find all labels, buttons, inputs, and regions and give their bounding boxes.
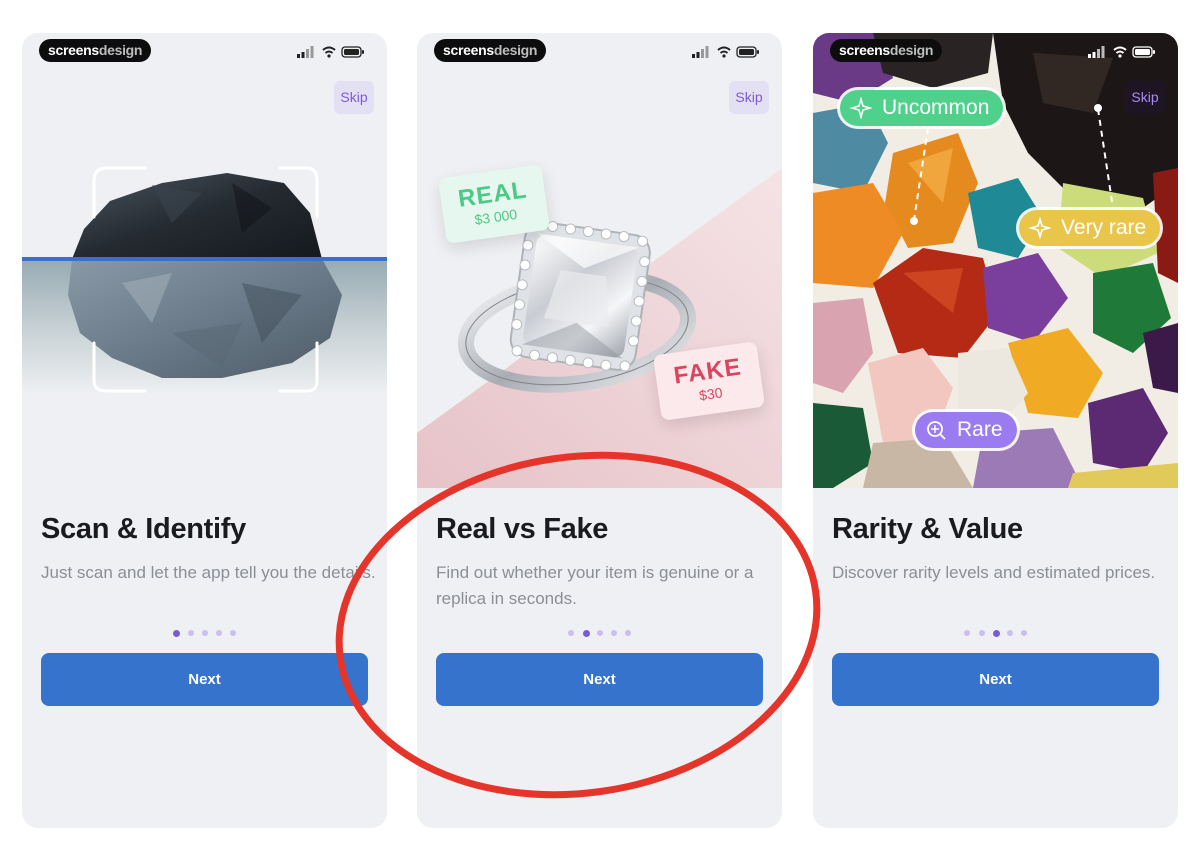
skip-button[interactable]: Skip xyxy=(1125,81,1165,114)
tag-rare-label: Rare xyxy=(957,418,1003,441)
magnifier-icon xyxy=(927,421,946,440)
screen-description: Discover rarity levels and estimated pri… xyxy=(832,563,1156,582)
page-dot xyxy=(979,630,985,636)
signal-icon xyxy=(1088,46,1105,58)
onboarding-screen-scan: screensdesign Skip Scan & Identify Just … xyxy=(22,33,387,828)
next-button[interactable]: Next xyxy=(436,653,763,706)
tag-very-rare: Very rare xyxy=(1019,210,1161,246)
screen-title: Real vs Fake xyxy=(436,513,609,545)
wifi-icon xyxy=(1113,46,1127,58)
sparkle-icon xyxy=(850,97,872,119)
screen-description: Just scan and let the app tell you the d… xyxy=(41,563,376,582)
page-indicator xyxy=(417,629,782,640)
brand-part-1: screens xyxy=(48,42,99,58)
brand-part-2: design xyxy=(98,42,143,58)
tag-rare: Rare xyxy=(915,412,1017,448)
battery-icon xyxy=(1132,46,1155,58)
brand-part-1: screens xyxy=(443,42,494,58)
page-dot xyxy=(597,630,603,636)
page-dot xyxy=(1021,630,1027,636)
page-dot-active xyxy=(993,629,1000,637)
ring-illustration xyxy=(417,168,782,488)
hero-scan-image xyxy=(22,33,387,488)
wifi-icon xyxy=(717,46,731,58)
tag-very-rare-label: Very rare xyxy=(1061,216,1147,239)
brand-part-2: design xyxy=(493,42,538,58)
page-indicator xyxy=(813,629,1178,640)
page-dot xyxy=(202,630,208,636)
battery-icon xyxy=(341,46,364,58)
page-dot xyxy=(188,630,194,636)
page-dot-active xyxy=(583,629,590,637)
next-button[interactable]: Next xyxy=(832,653,1159,706)
onboarding-screen-real-fake: screensdesign Skip REAL $3 000 FAKE $30 … xyxy=(417,33,782,828)
page-indicator xyxy=(22,629,387,640)
brand-badge: screensdesign xyxy=(434,39,547,62)
page-dot xyxy=(216,630,222,636)
screen-title: Scan & Identify xyxy=(41,513,246,545)
page-dot xyxy=(1007,630,1013,636)
screen-description: Find out whether your item is genuine or… xyxy=(436,563,754,608)
brand-part-1: screens xyxy=(839,42,890,58)
status-bar-icons xyxy=(692,46,759,58)
wifi-icon xyxy=(322,46,336,58)
rock-scan-illustration xyxy=(22,166,387,394)
next-button[interactable]: Next xyxy=(41,653,368,706)
page-dot xyxy=(625,630,631,636)
onboarding-screen-rarity: Uncommon Very rare Rare screensdesign Sk… xyxy=(813,33,1178,828)
sparkle-icon xyxy=(1029,217,1051,239)
skip-button[interactable]: Skip xyxy=(334,81,374,114)
hero-gems-image: Uncommon Very rare Rare xyxy=(813,33,1178,488)
status-bar-icons xyxy=(1088,46,1155,58)
brand-badge: screensdesign xyxy=(39,39,152,62)
page-dot xyxy=(568,630,574,636)
tag-uncommon-label: Uncommon xyxy=(882,96,990,119)
status-bar-icons xyxy=(297,46,364,58)
brand-badge: screensdesign xyxy=(830,39,943,62)
hero-ring-image: REAL $3 000 FAKE $30 xyxy=(417,33,782,488)
page-dot xyxy=(230,630,236,636)
signal-icon xyxy=(692,46,709,58)
page-dot-active xyxy=(173,629,180,637)
battery-icon xyxy=(736,46,759,58)
skip-button[interactable]: Skip xyxy=(729,81,769,114)
screen-title: Rarity & Value xyxy=(832,513,1023,545)
page-dot xyxy=(964,630,970,636)
tag-uncommon: Uncommon xyxy=(840,90,1004,126)
brand-part-2: design xyxy=(889,42,934,58)
page-dot xyxy=(611,630,617,636)
signal-icon xyxy=(297,46,314,58)
